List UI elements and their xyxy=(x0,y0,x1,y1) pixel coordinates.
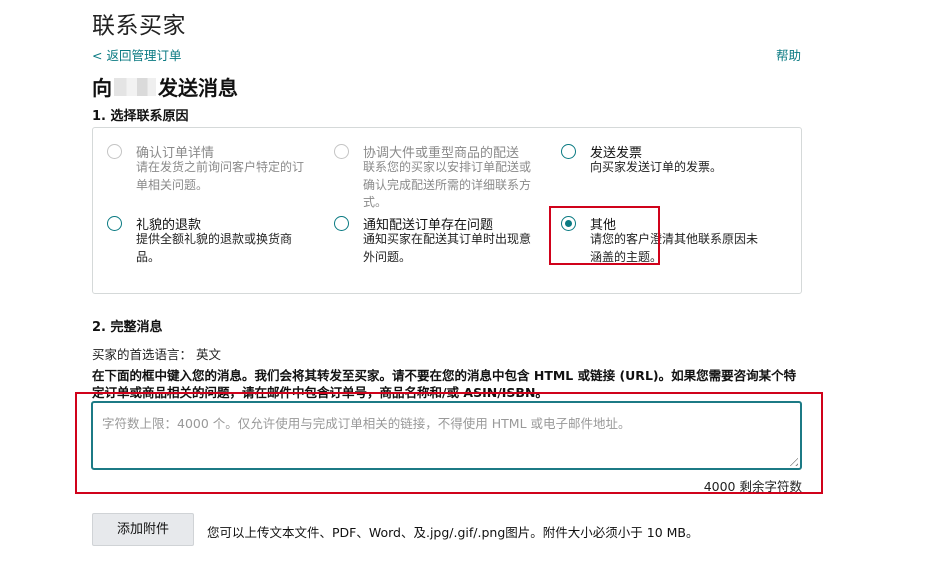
send-message-heading: 向 发送消息 xyxy=(92,72,238,101)
radio-courtesy-refund[interactable] xyxy=(107,216,122,231)
remaining-characters: 4000 剩余字符数 xyxy=(703,479,802,494)
message-textarea[interactable]: 字符数上限：4000 个。仅允许使用与完成订单相关的链接，不得使用 HTML 或… xyxy=(91,401,802,470)
resize-handle-icon[interactable] xyxy=(786,454,798,466)
option-desc: 请在发货之前询问客户特定的订单相关问题。 xyxy=(136,160,305,192)
buyer-name-redacted xyxy=(114,77,156,96)
radio-delivery-problem[interactable] xyxy=(334,216,349,231)
radio-coordinate-delivery xyxy=(334,144,349,159)
page-title: 联系买家 xyxy=(92,13,186,39)
back-to-orders-link[interactable]: < 返回管理订单 xyxy=(92,45,181,64)
radio-confirm-order-details xyxy=(107,144,122,159)
option-desc: 通知买家在配送其订单时出现意外问题。 xyxy=(363,232,532,264)
option-desc: 提供全额礼貌的退款或换货商品。 xyxy=(136,232,293,264)
option-desc: 联系您的买家以安排订单配送或确认完成配送所需的详细联系方式。 xyxy=(363,160,532,209)
section-reason-title: 1. 选择联系原因 xyxy=(92,109,189,124)
heading-suffix: 发送消息 xyxy=(158,76,238,100)
heading-prefix: 向 xyxy=(92,76,112,100)
message-placeholder: 字符数上限：4000 个。仅允许使用与完成订单相关的链接，不得使用 HTML 或… xyxy=(102,416,631,431)
add-attachment-button[interactable]: 添加附件 xyxy=(92,513,194,546)
attachment-note: 您可以上传文本文件、PDF、Word、及.jpg/.gif/.png图片。附件大… xyxy=(207,525,699,540)
highlight-box-other xyxy=(549,206,660,265)
radio-send-invoice[interactable] xyxy=(561,144,576,159)
help-link[interactable]: 帮助 xyxy=(776,45,801,64)
section-message-title: 2. 完整消息 xyxy=(92,320,163,335)
option-desc: 向买家发送订单的发票。 xyxy=(590,160,723,174)
contact-reason-group: 确认订单详情 请在发货之前询问客户特定的订单相关问题。 协调大件或重型商品的配送… xyxy=(92,127,802,294)
buyer-language: 买家的首选语言： 英文 xyxy=(92,347,221,362)
